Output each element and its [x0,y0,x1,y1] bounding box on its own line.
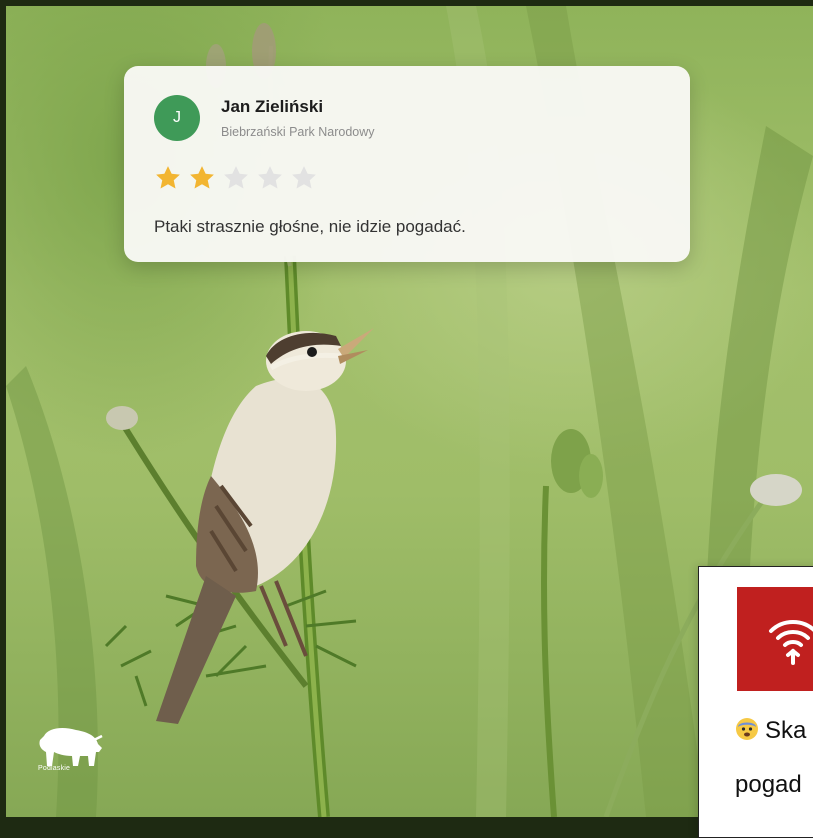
star-rating [153,163,319,193]
card-text-line1: Ska [735,717,806,745]
wifi-signal-icon [769,620,813,665]
star-empty-icon [258,166,282,189]
avatar: J [154,95,200,141]
star-empty-icon [224,166,248,189]
reviewer-name: Jan Zieliński [221,97,324,116]
review-card: J Jan Zieliński Biebrzański Park Narodow… [124,66,690,262]
review-text: Ptaki strasznie głośne, nie idzie pogada… [154,217,466,236]
fearful-face-emoji [736,718,758,740]
alert-banner [737,587,813,691]
info-card[interactable]: Ska pogad [698,566,813,838]
star-filled-icon [190,166,214,189]
reviewer-location: Biebrzański Park Narodowy [221,125,375,139]
star-empty-icon [292,166,316,189]
star-filled-icon [156,166,180,189]
bison-icon [39,728,103,766]
card-text-line1-label: Ska [765,717,807,744]
logo-text: Podlaskie [38,765,71,772]
card-text-line2: pogad [735,771,802,798]
